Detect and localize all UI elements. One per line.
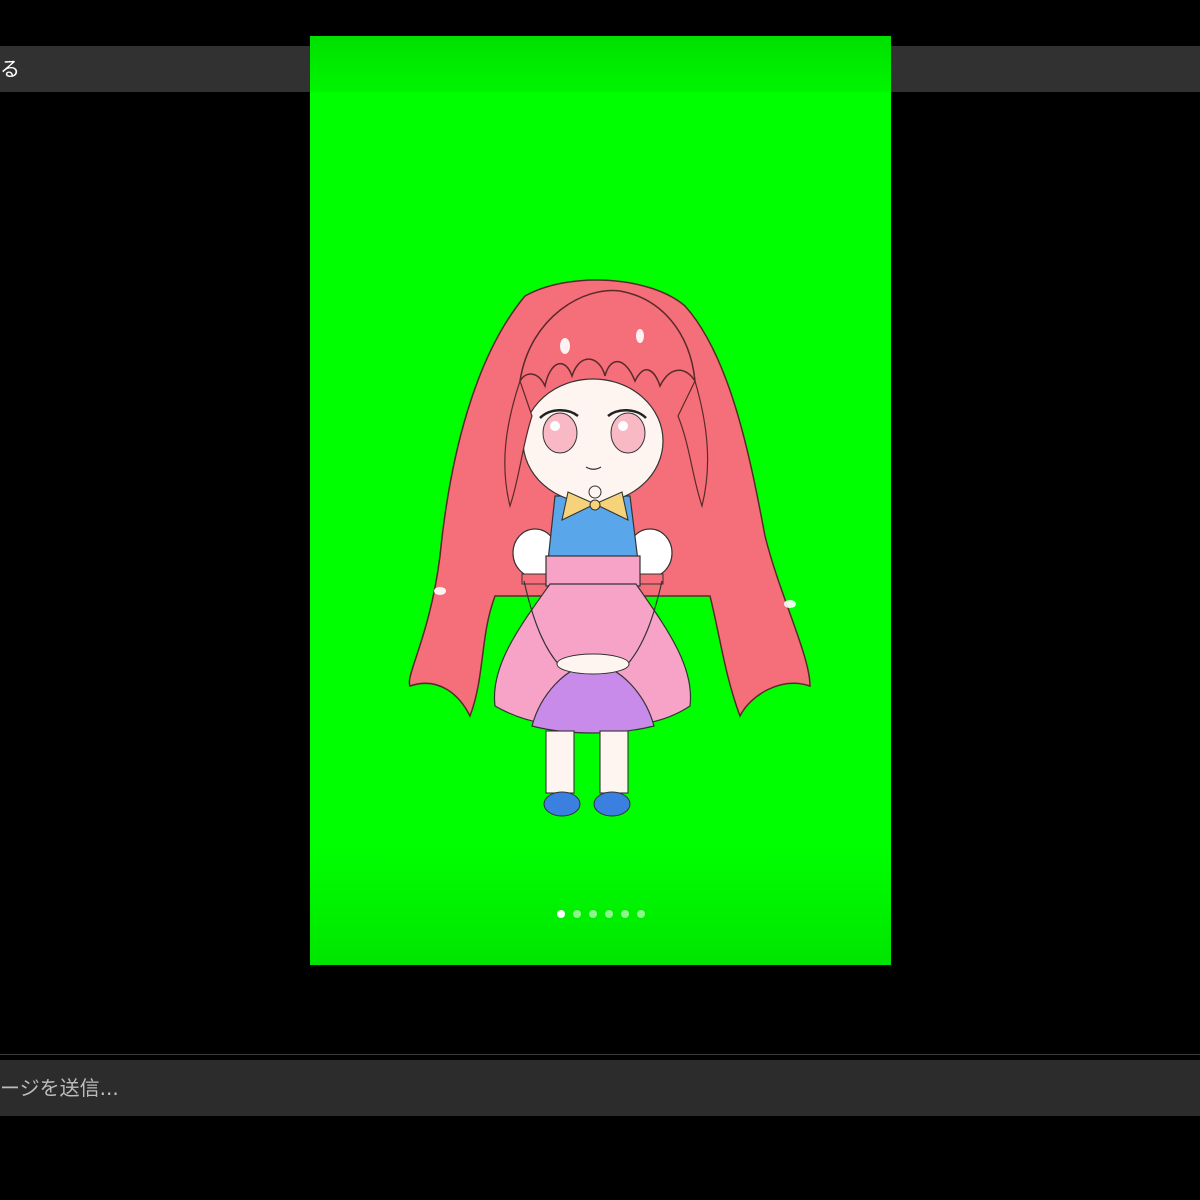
left-shoe xyxy=(543,791,581,817)
story-media-frame[interactable] xyxy=(310,36,891,965)
page-dot-1 xyxy=(556,910,565,918)
story-illustration xyxy=(408,279,811,817)
story-header-label: る xyxy=(0,57,20,81)
right-shoe xyxy=(593,791,631,817)
collar-button xyxy=(588,485,602,499)
page-dot-4 xyxy=(604,910,613,918)
bow-knot xyxy=(589,499,601,511)
right-cuff xyxy=(636,573,664,585)
composer-divider xyxy=(0,1054,1200,1055)
story-viewer-screen: る ージを送信... xyxy=(0,0,1200,1200)
message-composer: ージを送信... xyxy=(0,1060,1200,1116)
hands xyxy=(556,653,630,675)
story-bottom-shade xyxy=(310,845,891,965)
waistband xyxy=(545,555,641,587)
left-cuff xyxy=(521,573,549,585)
page-dot-5 xyxy=(620,910,629,918)
message-input[interactable] xyxy=(0,1060,1200,1116)
story-top-shade xyxy=(310,36,891,92)
left-eye xyxy=(542,412,578,454)
page-dot-2 xyxy=(572,910,581,918)
right-leg xyxy=(599,730,629,794)
page-dot-3 xyxy=(588,910,597,918)
right-eye xyxy=(610,412,646,454)
left-leg xyxy=(545,730,575,794)
page-dot-6 xyxy=(636,910,645,918)
story-page-indicator xyxy=(310,910,891,922)
